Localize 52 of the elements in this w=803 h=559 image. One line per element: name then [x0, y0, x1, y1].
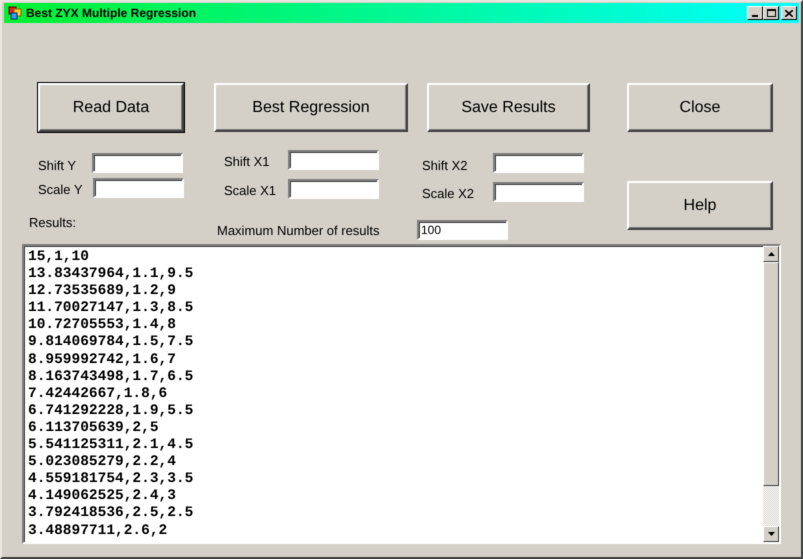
- scroll-thumb[interactable]: [763, 262, 779, 486]
- input-field[interactable]: 100: [417, 220, 508, 240]
- close-window-button[interactable]: [781, 6, 797, 20]
- result-line: 5.023085279,2.2,4: [28, 454, 177, 472]
- result-line: 7.42442667,1.8,6: [28, 386, 168, 403]
- input-field[interactable]: [92, 153, 183, 173]
- input-field[interactable]: [288, 150, 379, 170]
- field-label: Scale X1: [224, 182, 276, 200]
- field-label: Maximum Number of results: [217, 222, 380, 240]
- help-button[interactable]: Help: [627, 181, 773, 230]
- window-title: Best ZYX Multiple Regression: [26, 5, 196, 22]
- save-button[interactable]: Save Results: [427, 83, 590, 132]
- app-icon: [8, 6, 22, 20]
- field-label: Scale Y: [38, 181, 83, 199]
- result-line: 5.541125311,2.1,4.5: [28, 437, 194, 454]
- up-arrow-icon: [768, 252, 774, 256]
- result-line: 6.741292228,1.9,5.5: [28, 402, 194, 420]
- down-arrow-icon: [768, 532, 774, 536]
- result-line: 13.83437964,1.1,9.5: [28, 266, 194, 284]
- field-label: Shift Y: [38, 157, 76, 175]
- result-line: 4.559181754,2.3,3.5: [28, 471, 194, 488]
- results-label: Results:: [29, 214, 76, 232]
- scroll-up-button[interactable]: [763, 246, 779, 262]
- input-field[interactable]: [93, 178, 184, 198]
- maximize-icon: [766, 9, 776, 17]
- scroll-down-button[interactable]: [763, 526, 779, 542]
- input-field[interactable]: [288, 179, 379, 199]
- result-line: 12.73535689,1.2,9: [28, 283, 177, 300]
- result-line: 9.814069784,1.5,7.5: [28, 334, 194, 352]
- result-line: 6.113705639,2,5: [28, 420, 160, 438]
- input-field[interactable]: [493, 182, 584, 202]
- result-line: 8.959992742,1.6,7: [28, 352, 177, 369]
- read-button[interactable]: Read Data: [38, 83, 184, 132]
- results-text-area[interactable]: [22, 244, 781, 544]
- result-line: 8.163743498,1.7,6.5: [28, 368, 194, 386]
- vertical-scrollbar[interactable]: [763, 246, 779, 542]
- result-line: 3.48897711,2.6,2: [28, 522, 168, 540]
- field-label: Shift X1: [224, 153, 270, 171]
- maximize-button[interactable]: [763, 6, 779, 20]
- best-button[interactable]: Best Regression: [214, 83, 408, 132]
- result-line: 11.70027147,1.3,8.5: [28, 300, 194, 318]
- input-field[interactable]: [493, 153, 584, 173]
- minimize-button[interactable]: [747, 6, 763, 20]
- minimize-icon: [752, 15, 758, 17]
- result-line: 3.792418536,2.5,2.5: [28, 505, 194, 522]
- close-button[interactable]: Close: [627, 83, 773, 132]
- field-label: Scale X2: [422, 185, 474, 203]
- result-line: 15,1,10: [28, 249, 90, 266]
- field-label: Shift X2: [422, 157, 468, 175]
- result-line: 4.149062525,2.4,3: [28, 488, 177, 506]
- close-icon: [785, 10, 793, 16]
- result-line: 10.72705553,1.4,8: [28, 317, 177, 334]
